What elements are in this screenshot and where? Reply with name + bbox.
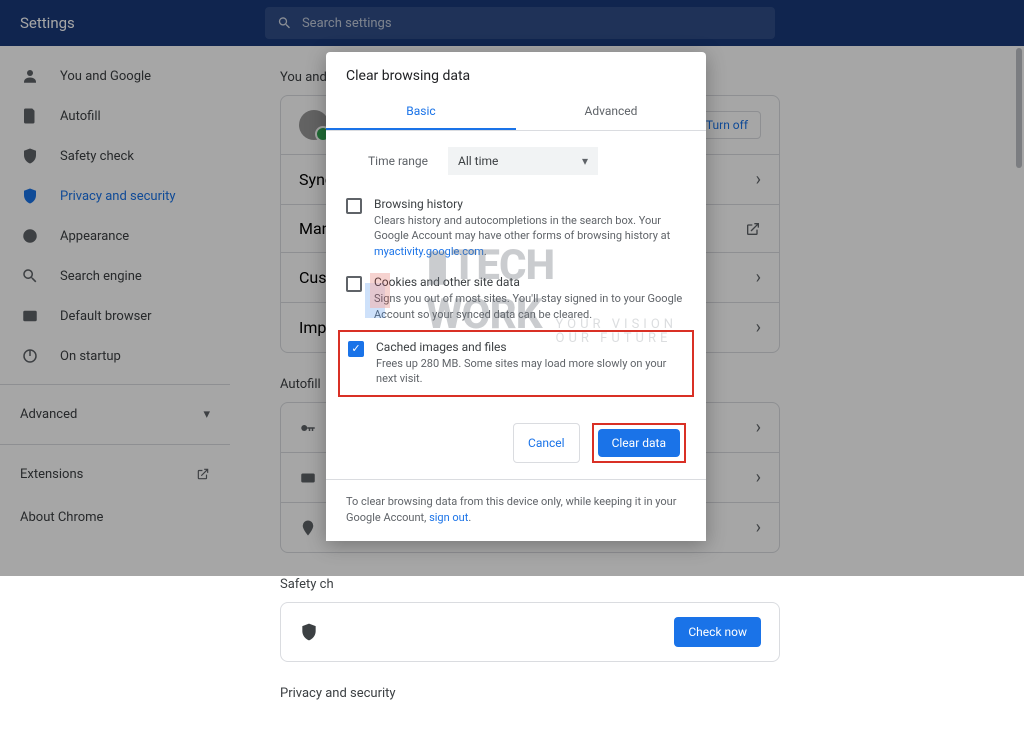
safety-check-row: Check now [281, 603, 779, 661]
option-desc: Frees up 280 MB. Some sites may load mor… [376, 356, 684, 387]
checkbox[interactable]: ✓ [348, 341, 364, 357]
option-desc: Clears history and autocompletions in th… [374, 213, 686, 259]
time-range-select[interactable]: All time ▾ [448, 147, 598, 175]
sign-out-link[interactable]: sign out [429, 511, 468, 524]
time-range-label: Time range [368, 154, 428, 168]
option-cached-images[interactable]: ✓ Cached images and files Frees up 280 M… [338, 330, 694, 397]
checkbox[interactable] [346, 198, 362, 214]
safety-check-card: Check now [280, 602, 780, 662]
myactivity-link[interactable]: myactivity.google.com [374, 245, 484, 258]
clear-data-button[interactable]: Clear data [598, 429, 680, 457]
option-title: Browsing history [374, 197, 686, 211]
section-title: Privacy and security [280, 682, 1000, 711]
cancel-button[interactable]: Cancel [513, 423, 580, 463]
option-desc: Signs you out of most sites. You'll stay… [374, 291, 686, 322]
dialog-title: Clear browsing data [326, 52, 706, 94]
tab-basic[interactable]: Basic [326, 94, 516, 130]
time-range-row: Time range All time ▾ [326, 131, 706, 183]
option-title: Cached images and files [376, 340, 684, 354]
shield-icon [299, 622, 319, 642]
tab-advanced[interactable]: Advanced [516, 94, 706, 130]
dialog-footer: To clear browsing data from this device … [326, 479, 706, 541]
option-browsing-history[interactable]: Browsing history Clears history and auto… [346, 189, 686, 267]
option-text: Cached images and files Frees up 280 MB.… [376, 340, 684, 387]
option-text: Cookies and other site data Signs you ou… [374, 275, 686, 322]
option-cookies[interactable]: Cookies and other site data Signs you ou… [346, 267, 686, 330]
options-list: Browsing history Clears history and auto… [326, 183, 706, 407]
check-now-button[interactable]: Check now [674, 617, 761, 647]
checkbox[interactable] [346, 276, 362, 292]
clear-data-highlight: Clear data [592, 423, 686, 463]
option-title: Cookies and other site data [374, 275, 686, 289]
dialog-tabs: Basic Advanced [326, 94, 706, 131]
clear-browsing-data-dialog: Clear browsing data Basic Advanced Time … [326, 52, 706, 541]
dialog-actions: Cancel Clear data [326, 407, 706, 479]
chevron-down-icon: ▾ [582, 154, 588, 168]
section-title: Safety ch [280, 573, 1000, 602]
time-range-value: All time [458, 154, 498, 168]
option-text: Browsing history Clears history and auto… [374, 197, 686, 259]
